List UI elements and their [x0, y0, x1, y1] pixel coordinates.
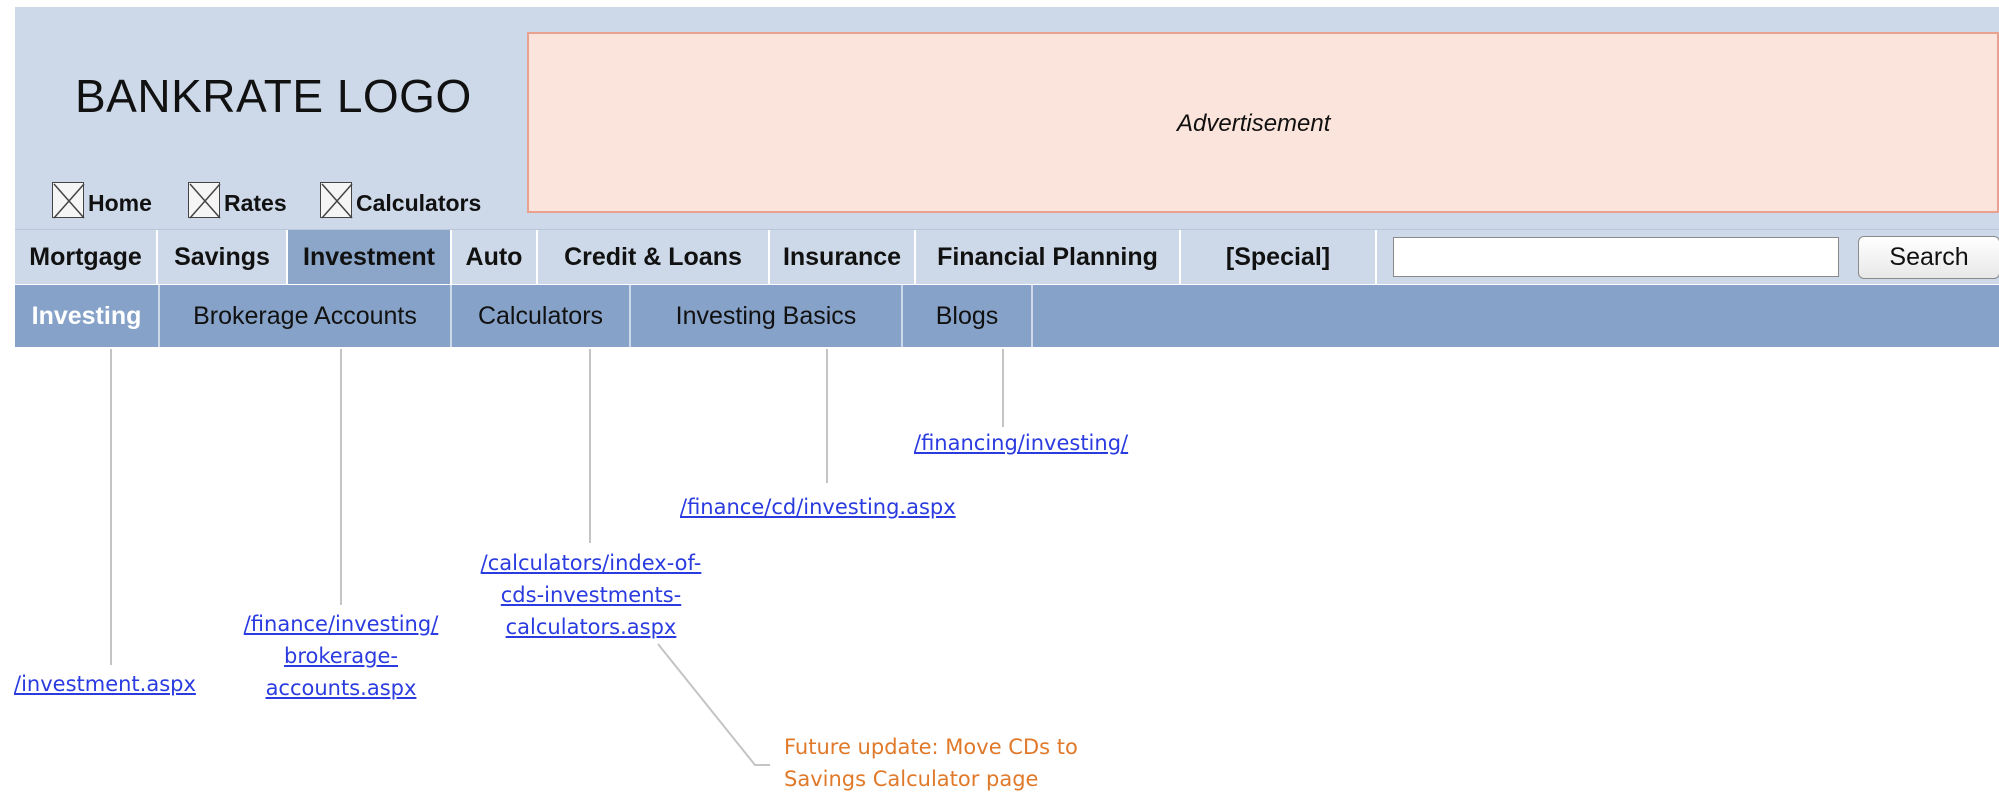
- url-blogs[interactable]: /financing/investing/: [914, 427, 1128, 459]
- note-line: Savings Calculator page: [784, 767, 1039, 791]
- future-update-note: Future update: Move CDs to Savings Calcu…: [784, 731, 1078, 795]
- url-investing-basics[interactable]: /finance/cd/investing.aspx: [680, 491, 956, 523]
- url-investing[interactable]: /investment.aspx: [14, 668, 196, 700]
- url-line: /calculators/index-of-: [480, 551, 702, 575]
- url-line: cds-investments-: [500, 583, 682, 607]
- page: BANKRATE LOGO Home Rates Calculators Adv…: [0, 0, 1999, 803]
- url-line: brokerage-: [283, 644, 398, 668]
- url-line: accounts.aspx: [265, 676, 417, 700]
- url-brokerage[interactable]: /finance/investing/ brokerage- accounts.…: [231, 608, 451, 704]
- url-calculators[interactable]: /calculators/index-of- cds-investments- …: [469, 547, 713, 643]
- url-line: calculators.aspx: [505, 615, 677, 639]
- url-line: /finance/investing/: [243, 612, 439, 636]
- note-line: Future update: Move CDs to: [784, 735, 1078, 759]
- connector-future-note: [657, 643, 770, 766]
